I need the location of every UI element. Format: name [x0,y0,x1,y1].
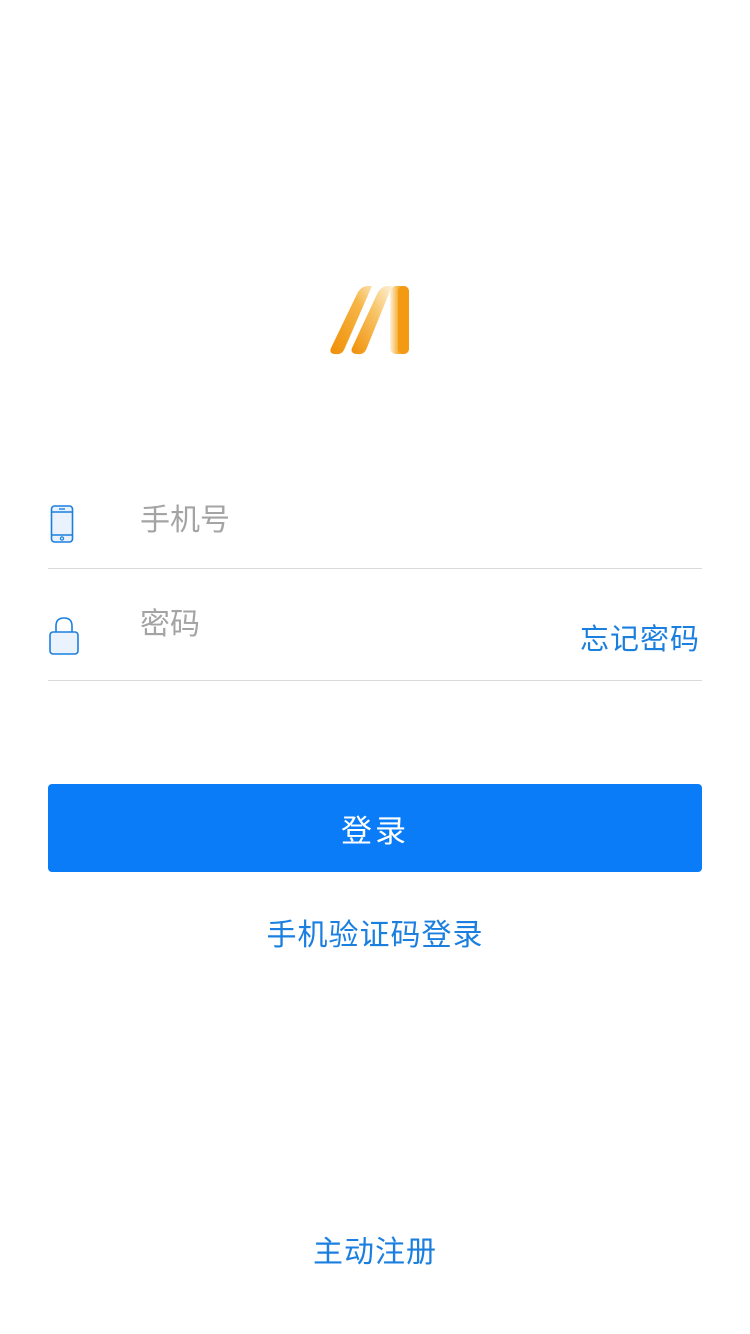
phone-icon [48,502,80,544]
phone-input[interactable] [140,464,570,576]
phone-field [48,456,702,576]
password-input[interactable] [140,568,570,680]
password-field: 忘记密码 [48,568,702,681]
app-logo [328,282,412,358]
forgot-password-link[interactable]: 忘记密码 [580,616,700,658]
register-link[interactable]: 主动注册 [0,1227,750,1271]
login-button[interactable]: 登录 [48,784,702,872]
sms-login-link[interactable]: 手机验证码登录 [0,910,750,954]
lock-icon [48,614,80,656]
app-logo-icon [330,286,409,355]
